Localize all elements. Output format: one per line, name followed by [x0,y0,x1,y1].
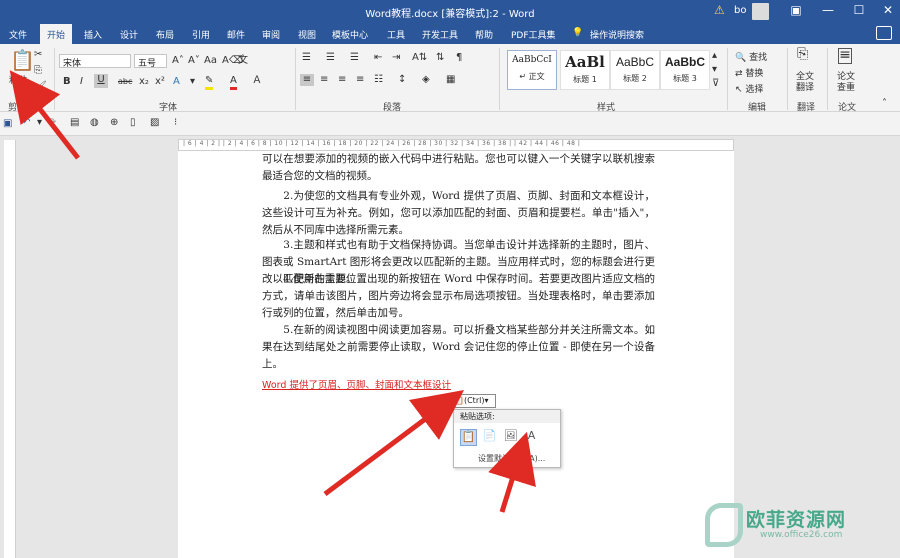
annotation-arrows [9,70,536,513]
watermark-logo [705,503,743,547]
watermark-text: 欧菲资源网 [746,509,847,531]
arrow-to-keep-text [488,431,536,513]
arrow-to-paste [9,70,80,160]
watermark-url: www.office26.com [760,530,843,540]
arrow-to-ctrl [323,390,465,497]
